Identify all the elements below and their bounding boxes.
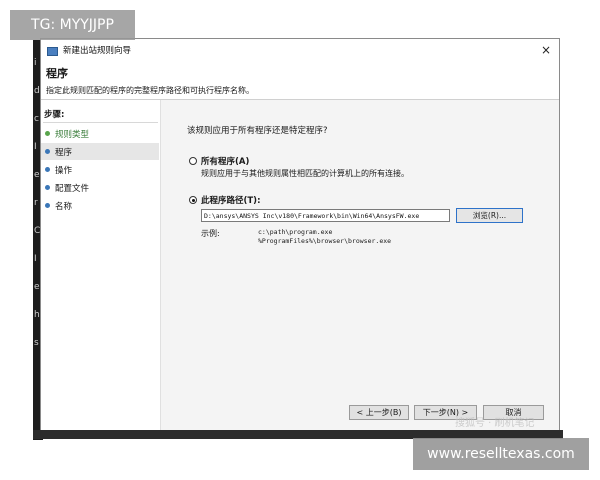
step-label: 操作 <box>55 165 73 176</box>
this-program-radio[interactable] <box>189 196 197 204</box>
step-dot-icon <box>45 149 50 154</box>
step-program[interactable]: 程序 <box>41 143 159 160</box>
page-title: 程序 <box>46 67 68 80</box>
example-path-2: %ProgramFiles%\browser\browser.exe <box>258 237 392 245</box>
step-label: 规则类型 <box>55 129 90 140</box>
title-bar[interactable]: 新建出站规则向导 × <box>41 39 559 61</box>
window-title: 新建出站规则向导 <box>63 46 132 56</box>
back-button[interactable]: < 上一步(B) <box>349 405 409 420</box>
this-program-option[interactable]: 此程序路径(T): <box>189 194 260 206</box>
step-rule-type[interactable]: 规则类型 <box>41 125 159 142</box>
wizard-dialog: 新建出站规则向导 × 程序 指定此规则匹配的程序的完整程序路径和可执行程序名称。… <box>40 38 560 438</box>
step-label: 名称 <box>55 201 73 212</box>
all-programs-description: 规则应用于与其他规则属性相匹配的计算机上的所有连接。 <box>201 169 409 178</box>
watermark: 搜狐号 · 刷机笔记 <box>455 418 535 429</box>
site-url-tag: www.reselltexas.com <box>413 438 589 470</box>
firewall-wizard-icon <box>47 45 58 56</box>
step-dot-icon <box>45 203 50 208</box>
step-profile[interactable]: 配置文件 <box>41 179 159 196</box>
all-programs-option[interactable]: 所有程序(A) <box>189 155 249 167</box>
browse-button[interactable]: 浏览(R)... <box>456 208 523 223</box>
step-dot-icon <box>45 167 50 172</box>
step-label: 程序 <box>55 147 73 158</box>
program-question: 该规则应用于所有程序还是特定程序? <box>187 126 328 136</box>
top-left-tag: TG: MYYJJPP <box>10 10 135 40</box>
step-dot-icon <box>45 185 50 190</box>
step-dot-icon <box>45 131 50 136</box>
steps-divider <box>43 122 158 123</box>
page-description: 指定此规则匹配的程序的完整程序路径和可执行程序名称。 <box>46 86 254 95</box>
wizard-header: 程序 指定此规则匹配的程序的完整程序路径和可执行程序名称。 <box>41 61 559 100</box>
step-name[interactable]: 名称 <box>41 197 159 214</box>
program-path-input[interactable]: D:\ansys\ANSYS Inc\v180\Framework\bin\Wi… <box>201 209 450 222</box>
this-program-label[interactable]: 此程序路径(T): <box>201 194 260 206</box>
step-action[interactable]: 操作 <box>41 161 159 178</box>
close-icon[interactable]: × <box>541 43 551 57</box>
steps-label: 步骤: <box>44 110 65 120</box>
content-panel: 该规则应用于所有程序还是特定程序? 所有程序(A) 规则应用于与其他规则属性相匹… <box>161 100 559 437</box>
example-label: 示例: <box>201 229 220 238</box>
step-label: 配置文件 <box>55 183 90 194</box>
steps-panel: 步骤: 规则类型 程序 操作 配置文件 名称 <box>41 100 161 437</box>
all-programs-label[interactable]: 所有程序(A) <box>201 155 249 167</box>
all-programs-radio[interactable] <box>189 157 197 165</box>
example-path-1: c:\path\program.exe <box>258 228 333 236</box>
